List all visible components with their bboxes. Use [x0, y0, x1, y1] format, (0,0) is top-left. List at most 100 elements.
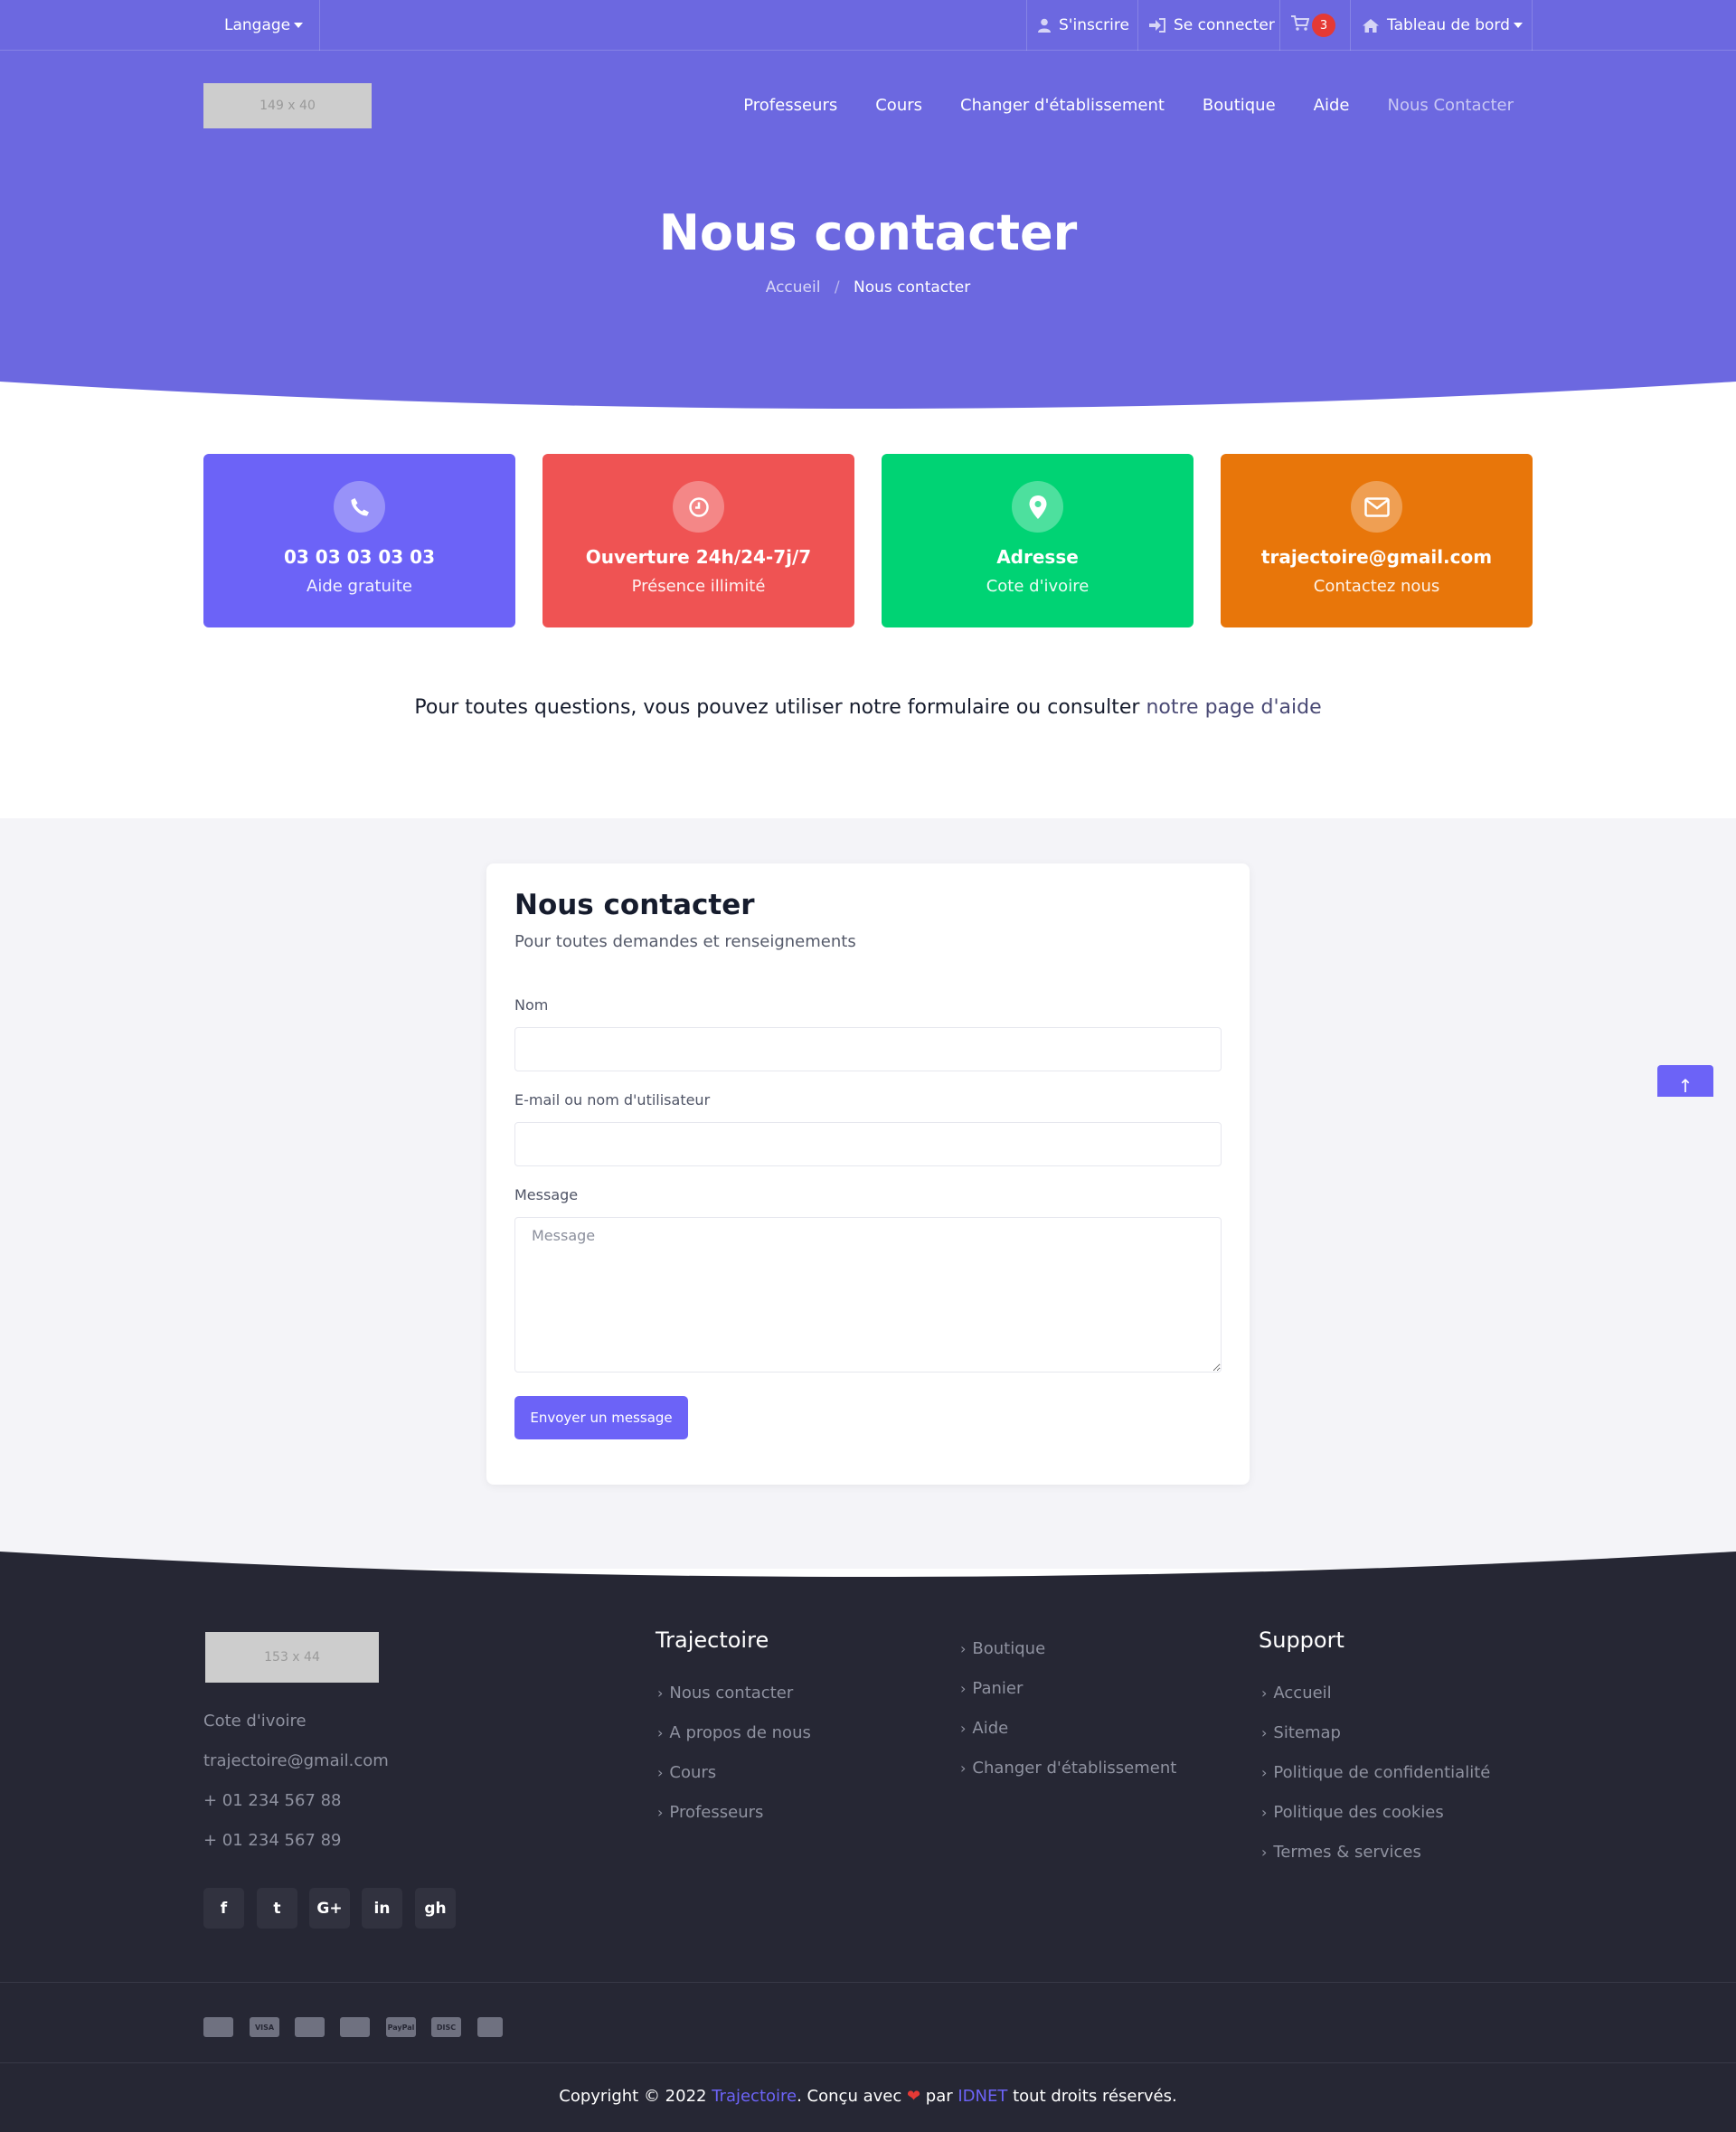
- card-subtitle: Cote d'ivoire: [986, 577, 1090, 596]
- hero-curve: [0, 378, 1736, 409]
- copyright-prefix: Copyright © 2022: [559, 2087, 712, 2106]
- main-nav: Professeurs Cours Changer d'établissemen…: [743, 87, 1514, 123]
- breadcrumb-separator: /: [834, 278, 840, 297]
- envelope-icon: [1351, 481, 1402, 533]
- footer-link[interactable]: › Cours: [657, 1763, 716, 1782]
- chevron-right-icon: ›: [1261, 1684, 1268, 1702]
- dashboard-dropdown[interactable]: Tableau de bord: [1363, 0, 1523, 51]
- info-card-hours: Ouverture 24h/24-7j/7 Présence illimité: [542, 454, 854, 627]
- footer-link[interactable]: › Nous contacter: [657, 1684, 793, 1703]
- message-label: Message: [514, 1186, 579, 1203]
- chevron-right-icon: ›: [960, 1680, 967, 1697]
- signup-link[interactable]: S'inscrire: [1038, 0, 1129, 51]
- github-icon[interactable]: gh: [415, 1888, 456, 1929]
- nav-item-aide[interactable]: Aide: [1314, 96, 1350, 115]
- footer-link[interactable]: › Boutique: [960, 1639, 1045, 1658]
- copyright-company-link[interactable]: IDNET: [958, 2087, 1007, 2106]
- card-title: 03 03 03 03 03: [283, 546, 435, 568]
- footer-link-label: Changer d'établissement: [972, 1759, 1177, 1778]
- footer-curve: [0, 1552, 1736, 1579]
- copyright-mid: . Conçu avec: [797, 2087, 907, 2106]
- footer-link[interactable]: › A propos de nous: [657, 1723, 811, 1742]
- footer-link[interactable]: › Panier: [960, 1679, 1023, 1698]
- visa-card-icon: VISA: [250, 2017, 279, 2037]
- name-label: Nom: [514, 996, 549, 1014]
- card-subtitle: Contactez nous: [1313, 577, 1440, 596]
- divider: [1350, 0, 1351, 51]
- shopping-cart-icon: [1291, 15, 1310, 35]
- arrow-up-icon: ↑: [1677, 1075, 1694, 1097]
- footer-link[interactable]: › Sitemap: [1261, 1723, 1341, 1742]
- footer-link-label: Cours: [669, 1763, 717, 1782]
- chevron-right-icon: ›: [1261, 1804, 1268, 1821]
- footer-divider: [0, 1982, 1736, 1983]
- chevron-right-icon: ›: [657, 1764, 664, 1781]
- footer-link-label: Nous contacter: [669, 1684, 794, 1703]
- footer-link[interactable]: › Accueil: [1261, 1684, 1332, 1703]
- footer-link[interactable]: › Politique des cookies: [1261, 1803, 1444, 1822]
- cart-link[interactable]: 3: [1291, 0, 1335, 51]
- twitter-icon[interactable]: t: [257, 1888, 297, 1929]
- top-bar: Langage S'inscrire Se connecter 3 Tablea…: [0, 0, 1736, 51]
- info-card-address: Adresse Cote d'ivoire: [882, 454, 1194, 627]
- footer-link-label: Boutique: [972, 1639, 1046, 1658]
- form-title: Nous contacter: [514, 889, 755, 921]
- divider: [1532, 0, 1533, 51]
- caret-down-icon: [1513, 23, 1523, 28]
- copyright-brand-link[interactable]: Trajectoire: [712, 2087, 797, 2106]
- divider: [1026, 0, 1027, 51]
- footer-heading-support: Support: [1259, 1627, 1344, 1653]
- help-page-link[interactable]: notre page d'aide: [1146, 696, 1321, 719]
- footer-logo[interactable]: 153 x 44: [205, 1632, 379, 1683]
- google-plus-icon[interactable]: G+: [309, 1888, 350, 1929]
- sign-in-icon: [1149, 18, 1165, 33]
- divider: [1137, 0, 1138, 51]
- breadcrumb-home[interactable]: Accueil: [766, 278, 821, 297]
- cart-count-badge: 3: [1312, 14, 1335, 37]
- nav-item-boutique[interactable]: Boutique: [1203, 96, 1276, 115]
- site-logo[interactable]: 149 x 40: [203, 83, 372, 128]
- chevron-right-icon: ›: [1261, 1844, 1268, 1861]
- copyright-suffix: tout droits réservés.: [1007, 2087, 1177, 2106]
- footer-link-label: Sitemap: [1273, 1723, 1341, 1742]
- clock-icon: [673, 481, 724, 533]
- login-link[interactable]: Se connecter: [1149, 0, 1275, 51]
- logo-placeholder-text: 149 x 40: [259, 99, 316, 113]
- footer-link-label: Termes & services: [1273, 1843, 1421, 1862]
- language-label: Langage: [224, 16, 291, 34]
- info-card-email: trajectoire@gmail.com Contactez nous: [1221, 454, 1533, 627]
- chevron-right-icon: ›: [1261, 1764, 1268, 1781]
- send-message-button[interactable]: Envoyer un message: [514, 1396, 688, 1439]
- divider: [319, 0, 320, 51]
- footer-link-label: Professeurs: [669, 1803, 764, 1822]
- info-card-phone: 03 03 03 03 03 Aide gratuite: [203, 454, 515, 627]
- footer-phone[interactable]: + 01 234 567 89: [203, 1831, 342, 1850]
- nav-item-cours[interactable]: Cours: [875, 96, 922, 115]
- nav-item-professeurs[interactable]: Professeurs: [743, 96, 837, 115]
- footer-address: Cote d'ivoire: [203, 1712, 307, 1731]
- footer-email[interactable]: trajectoire@gmail.com: [203, 1751, 389, 1770]
- footer-link[interactable]: › Termes & services: [1261, 1843, 1421, 1862]
- signup-label: S'inscrire: [1059, 16, 1129, 34]
- chevron-right-icon: ›: [657, 1684, 664, 1702]
- info-cards: 03 03 03 03 03 Aide gratuite Ouverture 2…: [203, 454, 1533, 627]
- name-input[interactable]: [514, 1027, 1222, 1071]
- nav-item-nous-contacter[interactable]: Nous Contacter: [1388, 96, 1514, 115]
- footer-link[interactable]: › Professeurs: [657, 1803, 763, 1822]
- paypal-icon: PayPal: [386, 2017, 416, 2037]
- footer-link[interactable]: › Changer d'établissement: [960, 1759, 1176, 1778]
- message-textarea[interactable]: [514, 1217, 1222, 1373]
- footer-link[interactable]: › Aide: [960, 1719, 1008, 1738]
- footer-link[interactable]: › Politique de confidentialité: [1261, 1763, 1490, 1782]
- nav-item-changer-etablissement[interactable]: Changer d'établissement: [960, 96, 1165, 115]
- chevron-right-icon: ›: [657, 1724, 664, 1741]
- copyright-text: Copyright © 2022 Trajectoire. Conçu avec…: [0, 2087, 1736, 2106]
- scroll-to-top-button[interactable]: ↑: [1657, 1065, 1713, 1097]
- footer-phone[interactable]: + 01 234 567 88: [203, 1791, 342, 1810]
- linkedin-icon[interactable]: in: [362, 1888, 402, 1929]
- phone-icon: [334, 481, 385, 533]
- email-label: E-mail ou nom d'utilisateur: [514, 1091, 711, 1108]
- email-input[interactable]: [514, 1122, 1222, 1166]
- language-dropdown[interactable]: Langage: [224, 0, 304, 51]
- facebook-icon[interactable]: f: [203, 1888, 244, 1929]
